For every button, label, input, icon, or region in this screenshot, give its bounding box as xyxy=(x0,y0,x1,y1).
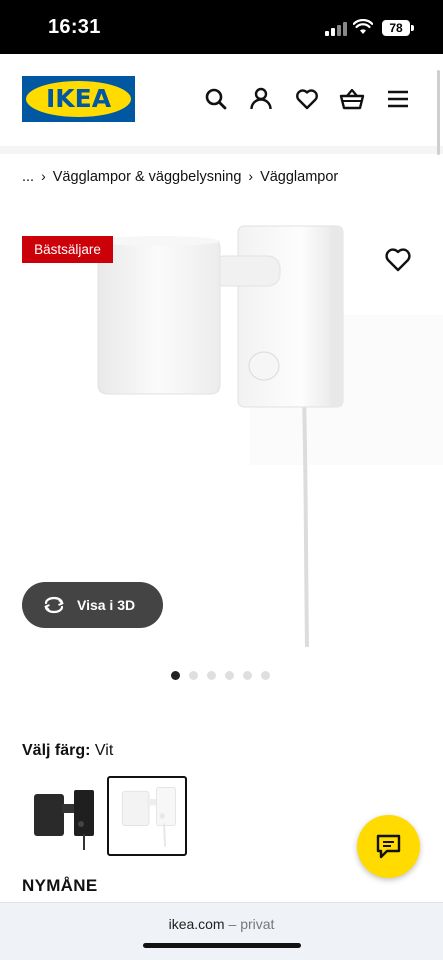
breadcrumb-item-wall-lamps[interactable]: Vägglampor xyxy=(260,169,338,185)
user-icon[interactable] xyxy=(248,86,274,112)
rotate-3d-icon xyxy=(44,596,64,614)
color-value: Vit xyxy=(94,742,114,759)
battery-icon: 78 xyxy=(382,20,410,36)
private-mode-label: privat xyxy=(240,916,275,932)
url-separator: – xyxy=(228,916,237,932)
chevron-right-icon: › xyxy=(41,168,46,184)
carousel-dot[interactable] xyxy=(243,671,252,680)
swatch-black[interactable] xyxy=(22,776,102,856)
breadcrumb: ... › Vägglampor & väggbelysning › Vägglampo… xyxy=(22,168,338,185)
product-name: NYMÅNE xyxy=(22,876,98,895)
search-icon[interactable] xyxy=(203,86,229,112)
color-choice: Välj färg: Vit xyxy=(22,742,113,760)
chat-icon xyxy=(376,834,401,859)
carousel-dot[interactable] xyxy=(207,671,216,680)
home-indicator[interactable] xyxy=(143,943,301,948)
logo-text: IKEA xyxy=(45,84,112,113)
scroll-indicator xyxy=(437,70,440,155)
status-time: 16:31 xyxy=(48,16,101,38)
url-domain: ikea.com xyxy=(168,916,225,932)
carousel-dot[interactable] xyxy=(225,671,234,680)
breadcrumb-item-wall-lighting[interactable]: Vägglampor & väggbelysning xyxy=(53,169,242,185)
menu-icon[interactable] xyxy=(385,86,411,112)
browser-url-bar[interactable]: ikea.com – privat xyxy=(0,902,443,960)
heart-icon[interactable] xyxy=(294,86,320,112)
url-text: ikea.com – privat xyxy=(0,916,443,932)
header-divider xyxy=(0,146,443,154)
battery-tip xyxy=(411,25,414,31)
ikea-logo[interactable]: IKEA xyxy=(22,76,135,122)
carousel-dot[interactable] xyxy=(261,671,270,680)
view-3d-button[interactable]: Visa i 3D xyxy=(22,582,163,628)
chat-button[interactable] xyxy=(357,815,420,878)
basket-icon[interactable] xyxy=(339,86,365,112)
carousel-dot[interactable] xyxy=(171,671,180,680)
favourite-heart-icon[interactable] xyxy=(383,245,413,273)
color-label: Välj färg: xyxy=(22,742,91,759)
bestseller-badge: Bästsäljare xyxy=(22,236,113,263)
swatch-white[interactable] xyxy=(107,776,187,856)
view-3d-label: Visa i 3D xyxy=(77,597,136,613)
breadcrumb-ellipsis[interactable]: ... xyxy=(22,169,34,185)
status-bar: 16:31 78 xyxy=(0,0,443,54)
site-header: IKEA xyxy=(0,54,443,146)
cellular-signal-icon xyxy=(325,22,347,36)
chevron-right-icon: › xyxy=(248,168,254,184)
carousel-dot[interactable] xyxy=(189,671,198,680)
wifi-icon xyxy=(353,19,373,34)
